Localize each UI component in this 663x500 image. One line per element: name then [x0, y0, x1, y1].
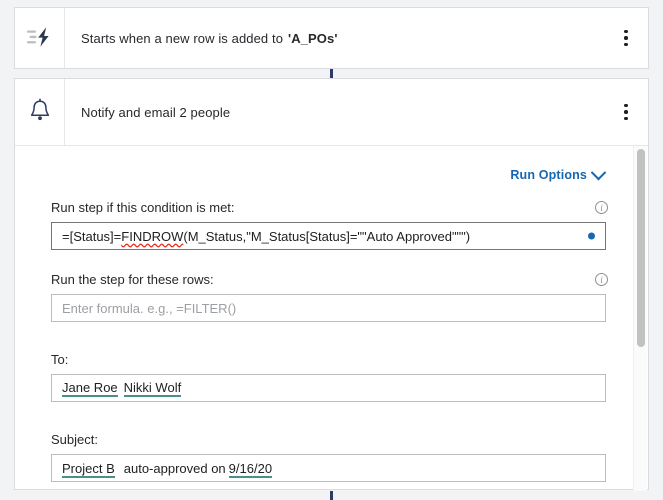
run-options-label: Run Options — [510, 168, 587, 182]
scrollbar-thumb[interactable] — [636, 149, 645, 347]
run-options-toggle[interactable]: Run Options — [510, 164, 607, 182]
condition-info-icon[interactable]: i — [595, 201, 608, 214]
run-options-row: Run Options — [51, 164, 618, 182]
action-step-title: Notify and email 2 people — [65, 105, 604, 120]
kebab-dot — [624, 116, 628, 121]
condition-label-row: Run step if this condition is met: i — [51, 200, 618, 215]
rows-label: Run the step for these rows: — [51, 272, 214, 287]
rows-formula-placeholder: Enter formula. e.g., =FILTER() — [62, 300, 237, 316]
rows-info-icon[interactable]: i — [595, 273, 608, 286]
formula-part-before: =[Status]= — [62, 228, 122, 244]
action-step-header: Notify and email 2 people — [15, 79, 648, 145]
trigger-icon-cell — [15, 8, 65, 68]
trigger-title-table: 'A_POs' — [288, 30, 338, 46]
formula-part-after: (M_Status,"M_Status[Status]=""Auto Appro… — [183, 228, 471, 244]
condition-label: Run step if this condition is met: — [51, 200, 235, 215]
trigger-step-menu-button[interactable] — [604, 8, 648, 68]
formula-function-name: FINDROW — [121, 228, 184, 244]
action-title-text: Notify and email 2 people — [81, 104, 231, 120]
subject-token-project[interactable]: Project B — [62, 460, 115, 478]
action-step-menu-button[interactable] — [604, 79, 648, 145]
kebab-dot — [624, 42, 628, 47]
rows-label-row: Run the step for these rows: i — [51, 272, 618, 287]
subject-label-row: Subject: — [51, 432, 618, 447]
recipient-chip[interactable]: Jane Roe — [62, 380, 118, 397]
trigger-step-card[interactable]: Starts when a new row is added to 'A_POs' — [14, 7, 649, 69]
trigger-step-header: Starts when a new row is added to 'A_POs' — [15, 8, 648, 68]
bell-icon — [28, 97, 52, 127]
condition-formula-text: =[Status]=FINDROW(M_Status,"M_Status[Sta… — [62, 229, 470, 244]
action-icon-cell — [15, 79, 65, 145]
trigger-bolt-icon — [26, 26, 53, 51]
to-label-row: To: — [51, 352, 618, 367]
action-step-body: Run Options Run step if this condition i… — [15, 145, 648, 491]
kebab-dot — [624, 110, 628, 114]
action-body-scrollbar[interactable] — [633, 146, 647, 491]
kebab-dot — [624, 103, 628, 108]
action-form: Run Options Run step if this condition i… — [15, 146, 648, 482]
subject-value: Project B auto-approved on 9/16/20 — [62, 460, 273, 478]
automation-step-editor: Starts when a new row is added to 'A_POs' — [0, 0, 663, 500]
subject-token-date[interactable]: 9/16/20 — [228, 460, 273, 478]
action-step-card[interactable]: Notify and email 2 people Run Options Ru… — [14, 78, 649, 491]
recipient-chip[interactable]: Nikki Wolf — [123, 380, 182, 397]
chevron-down-icon — [590, 164, 607, 180]
subject-label: Subject: — [51, 432, 98, 447]
step-connector-bottom — [330, 491, 333, 500]
condition-status-dot — [588, 232, 595, 240]
to-label: To: — [51, 352, 69, 367]
condition-formula-input[interactable]: =[Status]=FINDROW(M_Status,"M_Status[Sta… — [51, 222, 606, 250]
subject-static-text: auto-approved on — [123, 460, 226, 476]
kebab-dot — [624, 36, 628, 40]
to-recipients-input[interactable]: Jane Roe Nikki Wolf — [51, 374, 606, 402]
rows-formula-input[interactable]: Enter formula. e.g., =FILTER() — [51, 294, 606, 322]
trigger-step-title: Starts when a new row is added to 'A_POs' — [65, 31, 604, 46]
kebab-dot — [624, 29, 628, 34]
trigger-title-text: Starts when a new row is added to — [81, 30, 284, 46]
subject-input[interactable]: Project B auto-approved on 9/16/20 — [51, 454, 606, 482]
